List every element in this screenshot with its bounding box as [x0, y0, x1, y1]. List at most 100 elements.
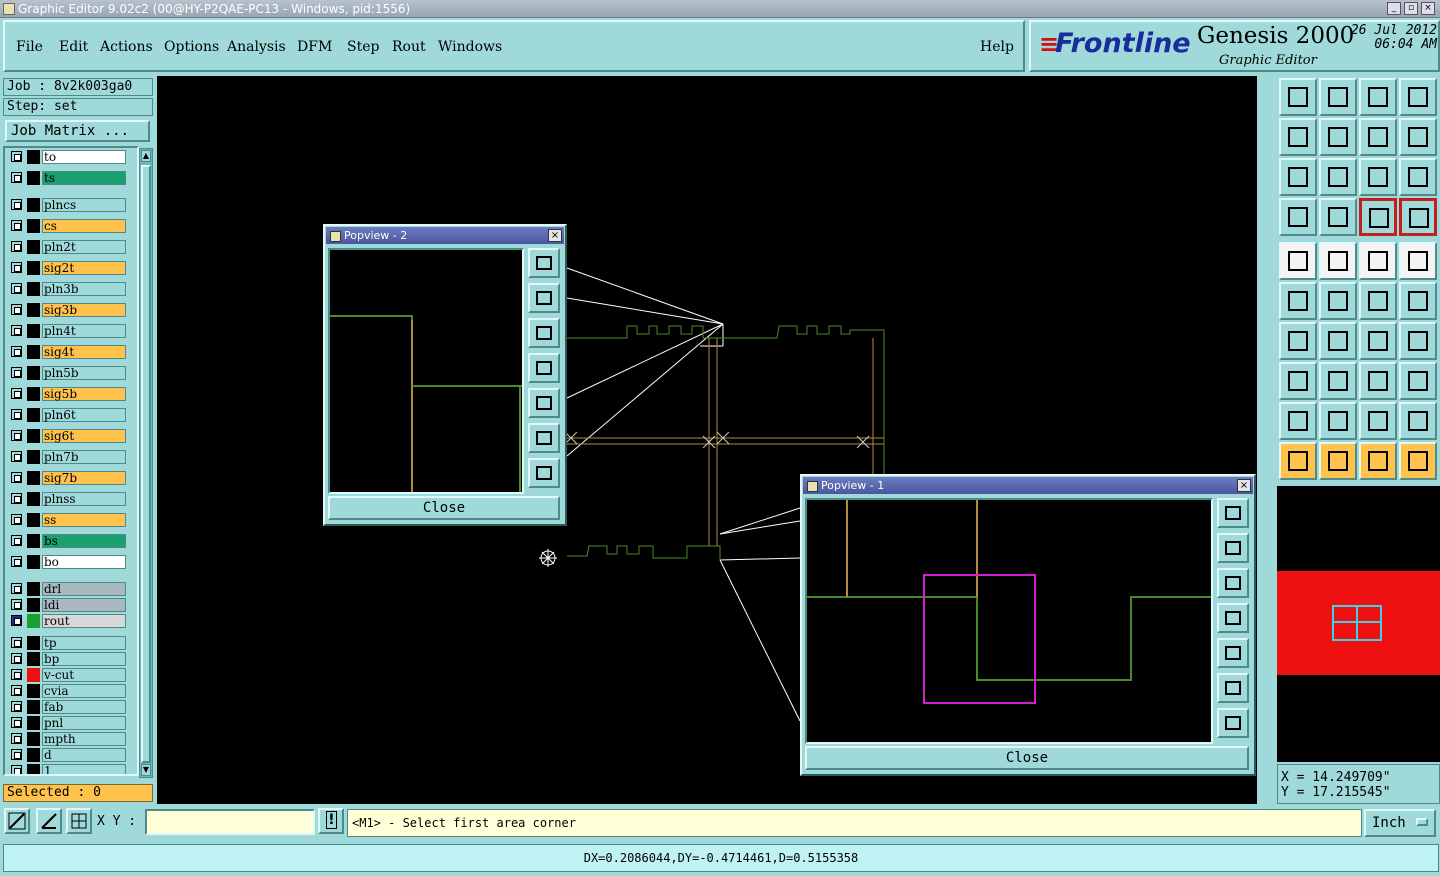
minimize-button[interactable]: _ [1387, 2, 1401, 15]
layer-status-swatch[interactable] [27, 636, 40, 650]
layer-row-pln4t[interactable]: pln4t [7, 324, 127, 338]
exclamation-icon[interactable]: ! [318, 808, 344, 834]
pan-up-icon[interactable] [1217, 533, 1249, 563]
layer-checkbox[interactable] [11, 765, 22, 774]
layer-name[interactable]: plnss [42, 492, 126, 506]
zoom-in-icon[interactable] [528, 423, 560, 453]
popview-2-close-icon[interactable]: × [548, 229, 562, 242]
layer-name[interactable]: cvia [42, 684, 126, 698]
layer-checkbox[interactable] [11, 262, 22, 273]
layer-name[interactable]: fab [42, 700, 126, 714]
layer-status-swatch[interactable] [27, 171, 40, 185]
layer-checkbox[interactable] [11, 241, 22, 252]
layer-row-sig5b[interactable]: sig5b [7, 387, 127, 401]
house-icon[interactable] [1359, 78, 1397, 116]
layer-checkbox[interactable] [11, 346, 22, 357]
layer-checkbox[interactable] [11, 283, 22, 294]
settings-icon[interactable] [1279, 198, 1317, 236]
layer-row-sig2t[interactable]: sig2t [7, 261, 127, 275]
layer-status-swatch[interactable] [27, 652, 40, 666]
layer-checkbox[interactable] [11, 409, 22, 420]
layer-status-swatch[interactable] [27, 471, 40, 485]
triangle-b-icon[interactable] [1359, 402, 1397, 440]
layer-checkbox[interactable] [11, 535, 22, 546]
triangle-a-icon[interactable] [1319, 402, 1357, 440]
layer-checkbox[interactable] [11, 583, 22, 594]
layer-row-mpth[interactable]: mpth [7, 732, 127, 746]
layer-row-ldi[interactable]: ldi [7, 598, 127, 612]
layer-row-pln3b[interactable]: pln3b [7, 282, 127, 296]
layer-name[interactable]: sig4t [42, 345, 126, 359]
pan-up-icon[interactable] [528, 283, 560, 313]
layer-name[interactable]: pnl [42, 716, 126, 730]
pan-left-icon[interactable] [528, 353, 560, 383]
layer-name[interactable]: pln4t [42, 324, 126, 338]
layer-status-swatch[interactable] [27, 492, 40, 506]
layer-name[interactable]: pln5b [42, 366, 126, 380]
layer-name[interactable]: d [42, 748, 126, 762]
zoom-out-icon[interactable] [1217, 708, 1249, 738]
layer-name[interactable]: pln2t [42, 240, 126, 254]
layer-name[interactable]: drl [42, 582, 126, 596]
layer-status-swatch[interactable] [27, 764, 40, 774]
layer-row-to[interactable]: to [7, 150, 127, 164]
layer-status-swatch[interactable] [27, 150, 40, 164]
layer-row-pnl[interactable]: pnl [7, 716, 127, 730]
minus-red-icon[interactable] [1319, 362, 1357, 400]
popview-1-close-button[interactable]: Close [805, 746, 1249, 770]
circle-dash-icon[interactable] [1399, 242, 1437, 280]
menu-file[interactable]: File [16, 39, 43, 55]
arc-icon[interactable] [1359, 322, 1397, 360]
layer-checkbox[interactable] [11, 556, 22, 567]
layer-row-bo[interactable]: bo [7, 555, 127, 569]
layer-status-swatch[interactable] [27, 614, 40, 628]
node-arc-icon[interactable] [1399, 282, 1437, 320]
layer-row-pln7b[interactable]: pln7b [7, 450, 127, 464]
layer-row-pln6t[interactable]: pln6t [7, 408, 127, 422]
zoom-in-icon[interactable] [1217, 673, 1249, 703]
layer-status-swatch[interactable] [27, 748, 40, 762]
layer-status-swatch[interactable] [27, 387, 40, 401]
layer-checkbox[interactable] [11, 451, 22, 462]
popview-2-close-button[interactable]: Close [328, 496, 560, 520]
layer-status-swatch[interactable] [27, 324, 40, 338]
layer-row-ts[interactable]: ts [7, 171, 127, 185]
layer-row-sig6t[interactable]: sig6t [7, 429, 127, 443]
layer-row-fab[interactable]: fab [7, 700, 127, 714]
layer-status-swatch[interactable] [27, 408, 40, 422]
scroll-thumb[interactable] [141, 165, 151, 763]
node-square-icon[interactable] [1279, 362, 1317, 400]
layer-status-swatch[interactable] [27, 513, 40, 527]
popview-zoom-icon[interactable] [1217, 498, 1249, 528]
xy-input[interactable] [145, 809, 315, 835]
layer-status-swatch[interactable] [27, 345, 40, 359]
help-icon[interactable] [1399, 158, 1437, 196]
layer-checkbox[interactable] [11, 172, 22, 183]
layer-checkbox[interactable] [11, 514, 22, 525]
layer-name[interactable]: bs [42, 534, 126, 548]
layer-name[interactable]: sig6t [42, 429, 126, 443]
layer-status-swatch[interactable] [27, 684, 40, 698]
layer-name[interactable]: pln3b [42, 282, 126, 296]
popview-1-title-bar[interactable]: Popview - 1 [803, 477, 1253, 494]
home-down-icon[interactable] [1319, 78, 1357, 116]
layers-red-icon[interactable] [1359, 198, 1397, 236]
layer-checkbox[interactable] [11, 653, 22, 664]
layer-row-sig4t[interactable]: sig4t [7, 345, 127, 359]
layer-row-cvia[interactable]: cvia [7, 684, 127, 698]
pan-down-icon[interactable] [1217, 568, 1249, 598]
layer-checkbox[interactable] [11, 388, 22, 399]
menu-windows[interactable]: Windows [438, 39, 502, 55]
snap-mode-icon[interactable] [4, 808, 30, 834]
layer-name[interactable]: ts [42, 171, 126, 185]
arrow-left-icon[interactable] [1279, 118, 1317, 156]
layer-row-cs[interactable]: cs [7, 219, 127, 233]
popview-2-viewport[interactable] [328, 248, 524, 494]
layer-checkbox[interactable] [11, 367, 22, 378]
layer-status-swatch[interactable] [27, 240, 40, 254]
angle-red-icon[interactable] [1279, 322, 1317, 360]
layer-name[interactable]: bp [42, 652, 126, 666]
layer-name[interactable]: bo [42, 555, 126, 569]
overview-panel[interactable] [1277, 486, 1440, 762]
grid-icon[interactable] [1319, 198, 1357, 236]
